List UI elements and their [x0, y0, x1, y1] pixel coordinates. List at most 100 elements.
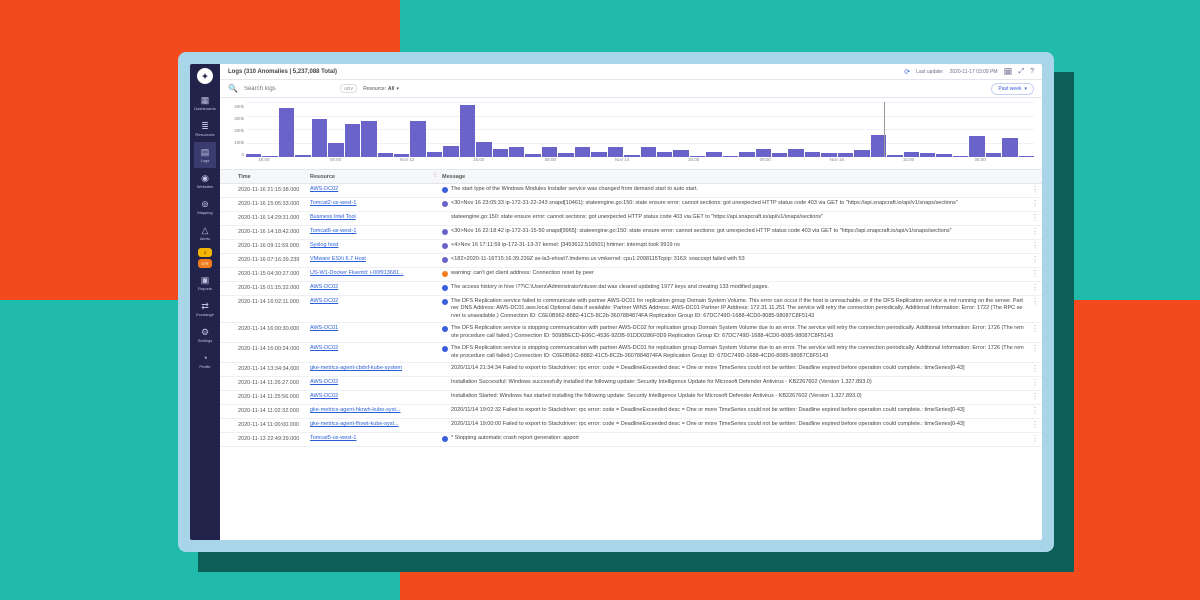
sidebar-item-settings[interactable]: ⚙Settings: [194, 322, 216, 348]
table-row[interactable]: 2020-11-15 04:30:27.000 US-W1-Docker Flu…: [220, 268, 1042, 282]
table-row[interactable]: 2020-11-14 11:00:00.000 gke-metrics-agen…: [220, 419, 1042, 433]
histogram-bar[interactable]: [410, 121, 425, 157]
row-actions-icon[interactable]: ⋮: [1028, 214, 1042, 222]
help-icon[interactable]: ?: [1030, 68, 1034, 75]
sidebar-item-alerts[interactable]: △Alerts: [194, 220, 216, 246]
calendar-icon[interactable]: 🗓: [1004, 68, 1013, 76]
histogram-bar[interactable]: [641, 147, 656, 157]
row-actions-icon[interactable]: ⋮: [1028, 379, 1042, 387]
histogram-bar[interactable]: [328, 143, 343, 157]
row-actions-icon[interactable]: ⋮: [1028, 242, 1042, 250]
sidebar-item-reports[interactable]: ▣Reports: [194, 270, 216, 296]
search-input[interactable]: [244, 86, 334, 92]
table-row[interactable]: 2020-11-14 11:26:27.000 AWS-DC02 Install…: [220, 377, 1042, 391]
resource-link[interactable]: US-W1-Docker Fluentd: i-00f913681...: [310, 270, 404, 276]
table-row[interactable]: 2020-11-16 21:15:38.000 AWS-DC02 The sta…: [220, 184, 1042, 198]
histogram-bar[interactable]: [1002, 138, 1017, 157]
histogram-chart[interactable]: 400k300k200k100k0 16:0008:00Nov 1216:000…: [220, 98, 1042, 170]
cell-time: 2020-11-13 22:49:39.000: [220, 435, 310, 442]
row-actions-icon[interactable]: ⋮: [1028, 200, 1042, 208]
table-row[interactable]: 2020-11-14 16:02:11.000 AWS-DC02 The DFS…: [220, 296, 1042, 323]
row-actions-icon[interactable]: ⋮: [1028, 421, 1042, 429]
resource-link[interactable]: AWS-DC02: [310, 284, 338, 290]
table-row[interactable]: 2020-11-16 14:29:31.000 Business Intel T…: [220, 212, 1042, 226]
resource-link[interactable]: Tomcat2-us-west-1: [310, 200, 356, 206]
alert-count-badge[interactable]: 679: [198, 259, 212, 268]
sidebar-item-mapping[interactable]: ⊚Mapping: [194, 194, 216, 220]
table-row[interactable]: 2020-11-14 16:00:24.000 AWS-DC02 The DFS…: [220, 343, 1042, 363]
histogram-bar[interactable]: [788, 149, 803, 157]
table-row[interactable]: 2020-11-16 09:11:59.000 Syslog host <4>N…: [220, 240, 1042, 254]
row-actions-icon[interactable]: ⋮: [1028, 270, 1042, 278]
table-row[interactable]: 2020-11-16 15:05:33.000 Tomcat2-us-west-…: [220, 198, 1042, 212]
histogram-bar[interactable]: [443, 146, 458, 157]
histogram-bar[interactable]: [509, 147, 524, 157]
sidebar-item-profile[interactable]: ◔Profile: [194, 348, 216, 374]
row-actions-icon[interactable]: ⋮: [1028, 393, 1042, 401]
expand-icon[interactable]: ⤢: [1018, 68, 1024, 76]
row-actions-icon[interactable]: ⋮: [1028, 256, 1042, 264]
advanced-pill[interactable]: ADV: [340, 84, 357, 93]
row-actions-icon[interactable]: ⋮: [1028, 345, 1042, 353]
table-row[interactable]: 2020-11-15 01:15:32.000 AWS-DC02 The acc…: [220, 282, 1042, 296]
table-row[interactable]: 2020-11-14 11:25:56.000 AWS-DC02 Install…: [220, 391, 1042, 405]
time-marker[interactable]: [884, 102, 885, 157]
col-header-time[interactable]: Time: [220, 174, 310, 180]
sidebar-item-logs[interactable]: ▤Logs: [194, 142, 216, 168]
resource-link[interactable]: VMware ESXi 6.7 Host: [310, 256, 366, 262]
row-actions-icon[interactable]: ⋮: [1028, 435, 1042, 443]
histogram-bar[interactable]: [575, 147, 590, 157]
row-actions-icon[interactable]: ⋮: [1028, 365, 1042, 373]
histogram-bar[interactable]: [361, 121, 376, 157]
alert-count-badge[interactable]: 2: [198, 248, 212, 257]
sidebar-item-dashboards[interactable]: ▦Dashboards: [194, 90, 216, 116]
resource-link[interactable]: gke-metrics-agent-fhvwt-kube-syst...: [310, 421, 399, 427]
resource-link[interactable]: AWS-DC02: [310, 298, 338, 304]
histogram-bar[interactable]: [854, 150, 869, 157]
time-range-selector[interactable]: Past week ▾: [991, 83, 1034, 95]
row-actions-icon[interactable]: ⋮: [1028, 325, 1042, 333]
histogram-bar[interactable]: [608, 147, 623, 157]
table-row[interactable]: 2020-11-14 13:34:34.000 gke-metrics-agen…: [220, 363, 1042, 377]
row-actions-icon[interactable]: ⋮: [1028, 284, 1042, 292]
resource-link[interactable]: Business Intel Tool: [310, 214, 356, 220]
histogram-bar[interactable]: [493, 149, 508, 157]
column-resize-handle[interactable]: ⫶: [430, 173, 440, 180]
sidebar-item-exchange[interactable]: ⇄Exchange: [194, 296, 216, 322]
histogram-bar[interactable]: [279, 108, 294, 158]
col-header-resource[interactable]: Resource: [310, 174, 430, 180]
histogram-bar[interactable]: [969, 136, 984, 157]
row-actions-icon[interactable]: ⋮: [1028, 407, 1042, 415]
table-row[interactable]: 2020-11-16 07:16:39.239 VMware ESXi 6.7 …: [220, 254, 1042, 268]
resource-link[interactable]: AWS-DC02: [310, 345, 338, 351]
table-row[interactable]: 2020-11-16 14:18:42.000 Tomcat6-us-west-…: [220, 226, 1042, 240]
resource-link[interactable]: AWS-DC02: [310, 393, 338, 399]
histogram-bar[interactable]: [460, 105, 475, 157]
table-row[interactable]: 2020-11-14 16:00:30.000 AWS-DC01 The DFS…: [220, 323, 1042, 343]
resource-link[interactable]: AWS-DC02: [310, 379, 338, 385]
col-header-message[interactable]: Message: [440, 174, 1028, 180]
refresh-icon[interactable]: ⟳: [904, 68, 910, 76]
histogram-bar[interactable]: [345, 124, 360, 157]
row-actions-icon[interactable]: ⋮: [1028, 298, 1042, 306]
histogram-bar[interactable]: [542, 147, 557, 157]
histogram-bar[interactable]: [312, 119, 327, 158]
table-row[interactable]: 2020-11-13 22:49:39.000 Tomcat5-us-west-…: [220, 433, 1042, 447]
histogram-bar[interactable]: [476, 142, 491, 157]
sidebar-item-resources[interactable]: ≣Resources: [194, 116, 216, 142]
table-row[interactable]: 2020-11-14 11:02:32.000 gke-metrics-agen…: [220, 405, 1042, 419]
row-actions-icon[interactable]: ⋮: [1028, 228, 1042, 236]
resource-link[interactable]: Tomcat5-us-west-1: [310, 435, 356, 441]
resource-link[interactable]: AWS-DC01: [310, 325, 338, 331]
resource-link[interactable]: gke-metrics-agent-hkrwh-kube-syst...: [310, 407, 400, 413]
resource-link[interactable]: Syslog host: [310, 242, 338, 248]
sidebar-item-websites[interactable]: ◉Websites: [194, 168, 216, 194]
resource-filter[interactable]: Resource: All ▾: [363, 86, 399, 92]
resource-link[interactable]: Tomcat6-us-west-1: [310, 228, 356, 234]
resource-link[interactable]: AWS-DC02: [310, 186, 338, 192]
resource-link[interactable]: gke-metrics-agent-cbdxf-kube-system: [310, 365, 402, 371]
row-actions-icon[interactable]: ⋮: [1028, 186, 1042, 194]
histogram-bar[interactable]: [673, 150, 688, 157]
histogram-bar[interactable]: [756, 149, 771, 157]
cell-resource: VMware ESXi 6.7 Host: [310, 256, 430, 262]
